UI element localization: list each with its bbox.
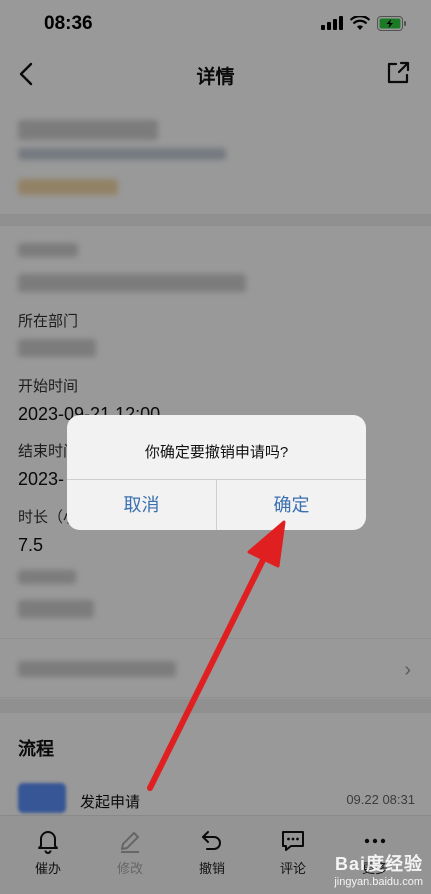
- watermark-main: Bai度经验: [334, 854, 423, 874]
- watermark-sub: jingyan.baidu.com: [334, 876, 423, 888]
- baidu-jingyan-watermark: Bai度经验 jingyan.baidu.com: [334, 850, 423, 888]
- confirm-button[interactable]: 确定: [217, 480, 366, 530]
- cancel-button[interactable]: 取消: [67, 480, 216, 530]
- dialog-message: 你确定要撤销申请吗?: [144, 444, 289, 461]
- confirm-dialog: 你确定要撤销申请吗? 取消 确定: [67, 415, 366, 530]
